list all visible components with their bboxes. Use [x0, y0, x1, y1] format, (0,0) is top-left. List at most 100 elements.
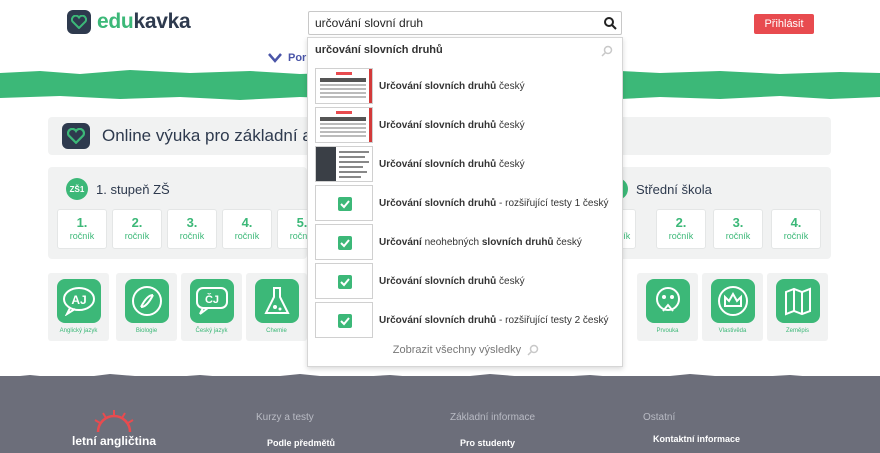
grade-label: ročník	[668, 231, 694, 241]
subject-zemepis[interactable]: Zeměpis	[767, 273, 828, 341]
result-match: Určování slovních druhů	[379, 80, 497, 92]
search-result-item[interactable]: Určování slovních druhů český	[315, 262, 617, 300]
result-title: Určování slovních druhů český	[379, 81, 525, 92]
result-title: Určování slovních druhů český	[379, 276, 525, 287]
footer-heading: Ostatní	[643, 412, 676, 423]
brand-edu: edu	[97, 10, 134, 33]
grade-number: 2.	[131, 215, 143, 230]
sun-logo-icon	[94, 410, 134, 433]
subject-label: Prvouka	[656, 328, 679, 334]
level-heading: ZŠ1 1. stupeň ZŠ	[66, 178, 170, 200]
checkbox-icon	[338, 314, 352, 328]
result-match: Určování slovních druhů	[379, 197, 497, 209]
search-box	[308, 11, 622, 35]
brand-name: edukavka	[97, 10, 191, 34]
search-dropdown: určování slovních druhů Určování slovníc…	[307, 37, 623, 367]
crown-icon	[710, 279, 755, 323]
animals-icon	[645, 279, 690, 323]
level-title: Střední škola	[636, 181, 712, 197]
result-suffix: - rozšiřující testy 2 český	[496, 314, 609, 326]
grade-number: 2.	[675, 215, 687, 230]
result-match: Určování slovních druhů	[379, 275, 497, 287]
hero-title: Online výuka pro základní a s	[102, 126, 326, 145]
test-thumbnail	[315, 185, 373, 221]
grade-number: 3.	[186, 215, 198, 230]
worksheet-thumbnail	[315, 107, 373, 143]
grade-label: ročník	[234, 231, 260, 241]
level-title: 1. stupeň ZŠ	[96, 181, 170, 197]
result-match: Určování slovních druhů	[379, 158, 497, 170]
footer-heading: Kurzy a testy	[256, 412, 314, 423]
search-icon[interactable]	[603, 16, 617, 30]
test-thumbnail	[315, 302, 373, 338]
footer-brand[interactable]: letní angličtina	[72, 434, 156, 448]
checkbox-icon	[338, 236, 352, 250]
grade-button[interactable]: 3. ročník	[167, 209, 217, 249]
subject-glyph: ČJ	[204, 293, 218, 306]
search-input[interactable]	[315, 15, 595, 31]
subnav-link[interactable]: Por	[268, 52, 306, 64]
heart-logo-icon	[67, 10, 91, 34]
grade-button[interactable]: 2. ročník	[656, 209, 706, 249]
grade-button[interactable]: 3. ročník	[713, 209, 763, 249]
login-button[interactable]: Přihlásit	[754, 14, 814, 34]
map-icon	[775, 279, 820, 323]
grade-button[interactable]: 4. ročník	[771, 209, 821, 249]
level-card-ss: S Střední škola 1.ročník 2.ročník 3.ročn…	[600, 167, 831, 259]
subject-chemie[interactable]: Chemie	[246, 273, 307, 341]
grade-label: ročník	[725, 231, 751, 241]
grade-button[interactable]: 1.ročník	[57, 209, 107, 249]
search-result-item[interactable]: Určování slovních druhů - rozšiřující te…	[315, 184, 617, 222]
result-suffix: český	[496, 158, 525, 170]
checkbox-icon	[338, 197, 352, 211]
grade-label: ročník	[124, 231, 150, 241]
edukavka-logo[interactable]: edukavka	[67, 10, 191, 34]
grade-label: ročník	[179, 231, 205, 241]
result-middle: neohebných	[421, 236, 482, 248]
subject-label: Vlastivěda	[718, 328, 747, 334]
show-all-results-link[interactable]: Zobrazit všechny výsledky	[308, 344, 624, 356]
worksheet-thumbnail	[315, 146, 373, 182]
footer-link[interactable]: Kontaktní informace	[653, 434, 740, 444]
result-suffix: český	[496, 275, 525, 287]
grade-number: 1.	[76, 215, 88, 230]
search-icon	[601, 45, 613, 57]
result-match: slovních druhů	[481, 236, 554, 248]
footer-link[interactable]: Podle předmětů	[267, 438, 335, 448]
result-suffix: český	[496, 80, 525, 92]
level-badge: ZŠ1	[66, 178, 88, 200]
search-suggestion[interactable]: určování slovních druhů	[315, 44, 443, 56]
subject-label: Biologie	[135, 328, 158, 334]
grade-number: 3.	[732, 215, 744, 230]
test-thumbnail	[315, 224, 373, 260]
result-match: Určování slovních druhů	[379, 119, 497, 131]
search-result-item[interactable]: Určování neohebných slovních druhů český	[315, 223, 617, 261]
search-result-item[interactable]: Určování slovních druhů český	[315, 67, 617, 105]
subject-cesky-jazyk[interactable]: ČJ Český jazyk	[181, 273, 242, 341]
checkbox-icon	[338, 275, 352, 289]
subject-vlastiveda[interactable]: Vlastivěda	[702, 273, 763, 341]
search-result-item[interactable]: Určování slovních druhů český	[315, 145, 617, 183]
grade-label: ročník	[69, 231, 95, 241]
result-match: Určování slovních druhů	[379, 314, 497, 326]
grade-number: 4.	[790, 215, 802, 230]
subject-biologie[interactable]: Biologie	[116, 273, 177, 341]
result-title: Určování slovních druhů český	[379, 159, 525, 170]
subject-label: Anglický jazyk	[59, 328, 98, 334]
cj-speech-icon: ČJ	[189, 279, 234, 323]
grade-label: ročník	[783, 231, 809, 241]
subject-prvouka[interactable]: Prvouka	[637, 273, 698, 341]
grade-button[interactable]: 4. ročník	[222, 209, 272, 249]
grade-button[interactable]: 2. ročník	[112, 209, 162, 249]
aj-speech-icon: AJ	[56, 279, 101, 323]
search-result-item[interactable]: Určování slovních druhů český	[315, 106, 617, 144]
result-title: Určování slovních druhů - rozšiřující te…	[379, 315, 609, 326]
search-icon	[527, 344, 539, 356]
search-result-item[interactable]: Určování slovních druhů - rozšiřující te…	[315, 301, 617, 339]
footer-link[interactable]: Pro studenty	[460, 438, 515, 448]
dna-icon	[124, 279, 169, 323]
grade-number: 4.	[241, 215, 253, 230]
subject-anglicky-jazyk[interactable]: AJ Anglický jazyk	[48, 273, 109, 341]
subnav-label: Por	[288, 52, 307, 64]
result-title: Určování slovních druhů - rozšiřující te…	[379, 198, 609, 209]
